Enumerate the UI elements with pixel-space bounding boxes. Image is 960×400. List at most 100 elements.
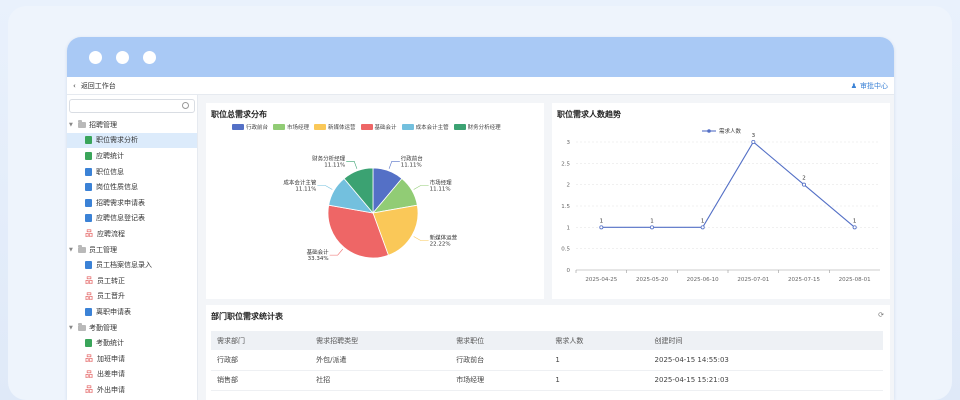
data-label: 1 bbox=[853, 218, 857, 224]
x-tick-label: 2025-07-01 bbox=[737, 277, 769, 283]
pie-chart-card: 职位总需求分布 行政前台 市场经理 新媒体运营 基础会计 成本会计主管 财务分析经理 行政… bbox=[206, 103, 544, 299]
sidebar-tree: ▼ 招聘管理 职位需求分析 应聘统计 职位信息 岗位性质信息 招聘需求申请表 应聘信息登记表品… bbox=[67, 117, 197, 398]
pie-slice-value: 11.11% bbox=[324, 162, 345, 168]
pie-chart: 行政前台11.11%市场经理11.11%新媒体运营22.22%基础会计33.34… bbox=[283, 154, 458, 262]
sidebar-item[interactable]: 品加班申请 bbox=[67, 351, 197, 367]
content-area: ▼ 招聘管理 职位需求分析 应聘统计 职位信息 岗位性质信息 招聘需求申请表 应聘信息登记表品… bbox=[67, 95, 894, 400]
window-dot-1[interactable] bbox=[89, 50, 102, 64]
pie-slice-value: 11.11% bbox=[295, 186, 316, 192]
folder-icon bbox=[78, 245, 86, 253]
y-tick-label: 0 bbox=[567, 268, 571, 274]
y-tick-label: 3 bbox=[567, 140, 571, 146]
pie-slice-label: 新媒体运营 bbox=[430, 233, 458, 241]
sidebar-item[interactable]: 品出差申请 bbox=[67, 367, 197, 383]
table-header-cell[interactable]: 创建时间 bbox=[648, 331, 883, 350]
caret-down-icon[interactable]: ▼ bbox=[69, 122, 75, 128]
table-header-cell[interactable]: 需求人数 bbox=[549, 331, 649, 350]
table-header-cell[interactable]: 需求部门 bbox=[211, 331, 311, 350]
back-to-workbench-link[interactable]: ‹ 返回工作台 bbox=[73, 81, 116, 91]
x-tick-label: 2025-06-10 bbox=[687, 277, 719, 283]
window-dot-3[interactable] bbox=[143, 50, 156, 64]
sidebar-item-label: 员工档案信息录入 bbox=[96, 261, 152, 270]
sidebar-item-label: 岗位性质信息 bbox=[96, 183, 138, 192]
y-tick-label: 2 bbox=[567, 183, 571, 189]
sidebar-group[interactable]: ▼ 员工管理 bbox=[67, 242, 197, 258]
sidebar-item[interactable]: 应聘统计 bbox=[67, 148, 197, 164]
flow-icon: 品 bbox=[85, 354, 93, 364]
table-row[interactable]: 行政部 外包/派遣 行政前台 1 2025-04-15 14:55:03 bbox=[211, 350, 883, 371]
caret-down-icon[interactable]: ▼ bbox=[69, 247, 75, 253]
y-tick-label: 1 bbox=[567, 225, 571, 231]
data-point[interactable] bbox=[650, 225, 655, 230]
sidebar-item[interactable]: 品应聘流程 bbox=[67, 226, 197, 242]
table-header-row: 需求部门 需求招聘类型 需求职位 需求人数 创建时间 bbox=[211, 331, 883, 350]
sidebar-item[interactable]: 品外出申请 bbox=[67, 382, 197, 398]
doc-icon bbox=[85, 261, 92, 270]
sidebar-item[interactable]: 品员工转正 bbox=[67, 273, 197, 289]
pie-label-line bbox=[346, 161, 358, 169]
refresh-icon[interactable]: ⟳ bbox=[878, 311, 884, 319]
y-tick-label: 1.5 bbox=[561, 204, 570, 210]
data-point[interactable] bbox=[852, 225, 857, 230]
sidebar-item[interactable]: 招聘需求申请表 bbox=[67, 195, 197, 211]
chart-icon bbox=[85, 136, 92, 145]
approval-center-link[interactable]: ♟ 审批中心 bbox=[851, 81, 888, 91]
x-tick-label: 2025-08-01 bbox=[839, 277, 871, 283]
table-row[interactable]: 销售部 社招 市场经理 1 2025-04-15 15:21:03 bbox=[211, 370, 883, 391]
data-point[interactable] bbox=[801, 182, 806, 187]
sidebar-item[interactable]: 考勤统计 bbox=[67, 335, 197, 351]
pie-label-line bbox=[329, 248, 344, 256]
sidebar-item-label: 职位需求分析 bbox=[96, 136, 138, 145]
doc-icon bbox=[85, 198, 92, 207]
x-tick-label: 2025-05-20 bbox=[636, 277, 668, 283]
sidebar-item[interactable]: 品员工晋升 bbox=[67, 289, 197, 305]
data-point[interactable] bbox=[599, 225, 604, 230]
table-cell: 1 bbox=[549, 370, 649, 391]
doc-icon bbox=[85, 183, 92, 192]
sidebar-item[interactable]: 岗位性质信息 bbox=[67, 179, 197, 195]
sidebar-item-label: 外出申请 bbox=[97, 385, 125, 394]
table-header-cell[interactable]: 需求招聘类型 bbox=[310, 331, 451, 350]
table-header-cell[interactable]: 需求职位 bbox=[450, 331, 550, 350]
sidebar-item-label: 员工晋升 bbox=[97, 292, 125, 301]
line-legend-marker bbox=[707, 129, 711, 133]
sidebar-item[interactable]: 应聘信息登记表 bbox=[67, 211, 197, 227]
x-tick-label: 2025-04-25 bbox=[585, 277, 617, 283]
data-point[interactable] bbox=[751, 140, 756, 145]
table-cell: 行政前台 bbox=[450, 350, 550, 371]
pie-slice-label: 基础会计 bbox=[307, 248, 330, 256]
search-icon[interactable] bbox=[182, 102, 189, 109]
sidebar-group-label: 招聘管理 bbox=[89, 120, 117, 129]
window-titlebar bbox=[67, 37, 894, 77]
pie-slice-value: 33.34% bbox=[308, 256, 329, 262]
flow-icon: 品 bbox=[85, 276, 93, 286]
back-label: 返回工作台 bbox=[80, 81, 116, 90]
sidebar-item[interactable]: 职位信息 bbox=[67, 164, 197, 180]
sidebar-item[interactable]: 离职申请表 bbox=[67, 304, 197, 320]
table-cell: 2025-04-15 14:55:03 bbox=[648, 350, 883, 371]
flow-icon: 品 bbox=[85, 229, 93, 239]
pie-slice-label: 行政前台 bbox=[401, 154, 424, 162]
pie-slice-label: 成本会计主管 bbox=[283, 178, 317, 186]
app-window: ‹ 返回工作台 ♟ 审批中心 ▼ 招聘管理职位需求分析应聘统计 职位信息岗位性质信息… bbox=[67, 37, 894, 400]
chart-icon bbox=[85, 151, 92, 160]
sidebar-item[interactable]: 员工档案信息录入 bbox=[67, 257, 197, 273]
table-cell: 1 bbox=[549, 350, 649, 371]
pie-slice-value: 11.11% bbox=[401, 162, 422, 168]
sidebar-item-label: 应聘流程 bbox=[97, 229, 125, 238]
sidebar-item-label: 考勤统计 bbox=[96, 339, 124, 348]
data-label: 2 bbox=[802, 176, 806, 182]
caret-down-icon[interactable]: ▼ bbox=[69, 325, 75, 331]
sidebar-item[interactable]: 职位需求分析 bbox=[67, 132, 197, 149]
window-dot-2[interactable] bbox=[116, 50, 129, 64]
sidebar-group-label: 考勤管理 bbox=[89, 323, 117, 332]
sidebar-search-input[interactable] bbox=[69, 99, 195, 113]
sidebar-group[interactable]: ▼ 考勤管理 bbox=[67, 320, 197, 336]
line-legend-label[interactable]: 需求人数 bbox=[719, 127, 742, 135]
data-point[interactable] bbox=[700, 225, 705, 230]
sidebar-group[interactable]: ▼ 招聘管理 bbox=[67, 117, 197, 133]
sidebar-group-label: 员工管理 bbox=[89, 245, 117, 254]
data-label: 1 bbox=[650, 218, 654, 224]
doc-icon bbox=[85, 214, 92, 223]
pie-label-line bbox=[317, 185, 333, 190]
